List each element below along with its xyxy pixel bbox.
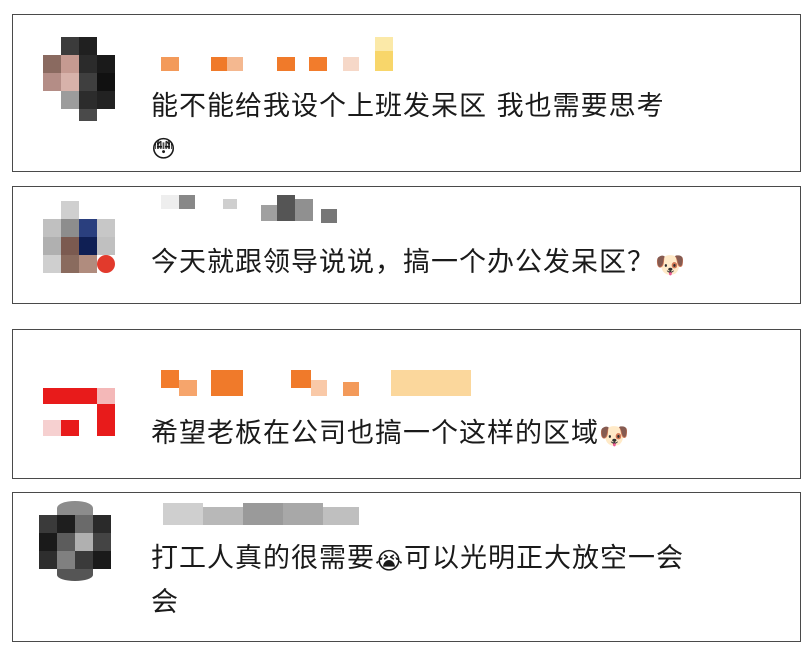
comment-text: 会 <box>151 583 179 623</box>
comment-text-line: 打工人真的很需要 <box>151 543 375 574</box>
comment-text: 打工人真的很需要😭可以光明正大放空一会 <box>151 539 684 581</box>
username-blurred[interactable] <box>161 37 401 71</box>
comment-emoji-line: 😳 <box>151 127 177 169</box>
doge-icon: 🐶 <box>655 251 686 279</box>
avatar[interactable] <box>43 201 127 285</box>
comment-text: 能不能给我设个上班发呆区 我也需要思考 <box>151 87 665 127</box>
flushed-face-icon: 😳 <box>151 135 178 163</box>
comment-text: 今天就跟领导说说，搞一个办公发呆区？🐶 <box>151 243 686 285</box>
comment-text-line: 今天就跟领导说说，搞一个办公发呆区？ <box>151 247 655 278</box>
crying-face-icon: 😭 <box>375 547 405 575</box>
avatar[interactable] <box>43 370 127 454</box>
comment-card: 能不能给我设个上班发呆区 我也需要思考 😳 <box>12 14 801 172</box>
comment-card: 今天就跟领导说说，搞一个办公发呆区？🐶 <box>12 186 801 304</box>
comment-card: 希望老板在公司也搞一个这样的区域🐶 <box>12 329 801 479</box>
comment-card: 打工人真的很需要😭可以光明正大放空一会 会 <box>12 492 801 642</box>
comment-text-line: 会 <box>151 587 179 618</box>
comment-text: 希望老板在公司也搞一个这样的区域🐶 <box>151 414 630 456</box>
comment-text-line: 希望老板在公司也搞一个这样的区域 <box>151 418 599 449</box>
username-blurred[interactable] <box>161 195 361 223</box>
avatar[interactable] <box>39 501 123 585</box>
comment-text-line: 能不能给我设个上班发呆区 我也需要思考 <box>151 91 665 122</box>
username-blurred[interactable] <box>161 370 481 396</box>
doge-icon: 🐶 <box>599 422 630 450</box>
username-blurred[interactable] <box>163 503 373 527</box>
avatar[interactable] <box>43 37 127 121</box>
comment-text-line: 可以光明正大放空一会 <box>404 543 685 574</box>
